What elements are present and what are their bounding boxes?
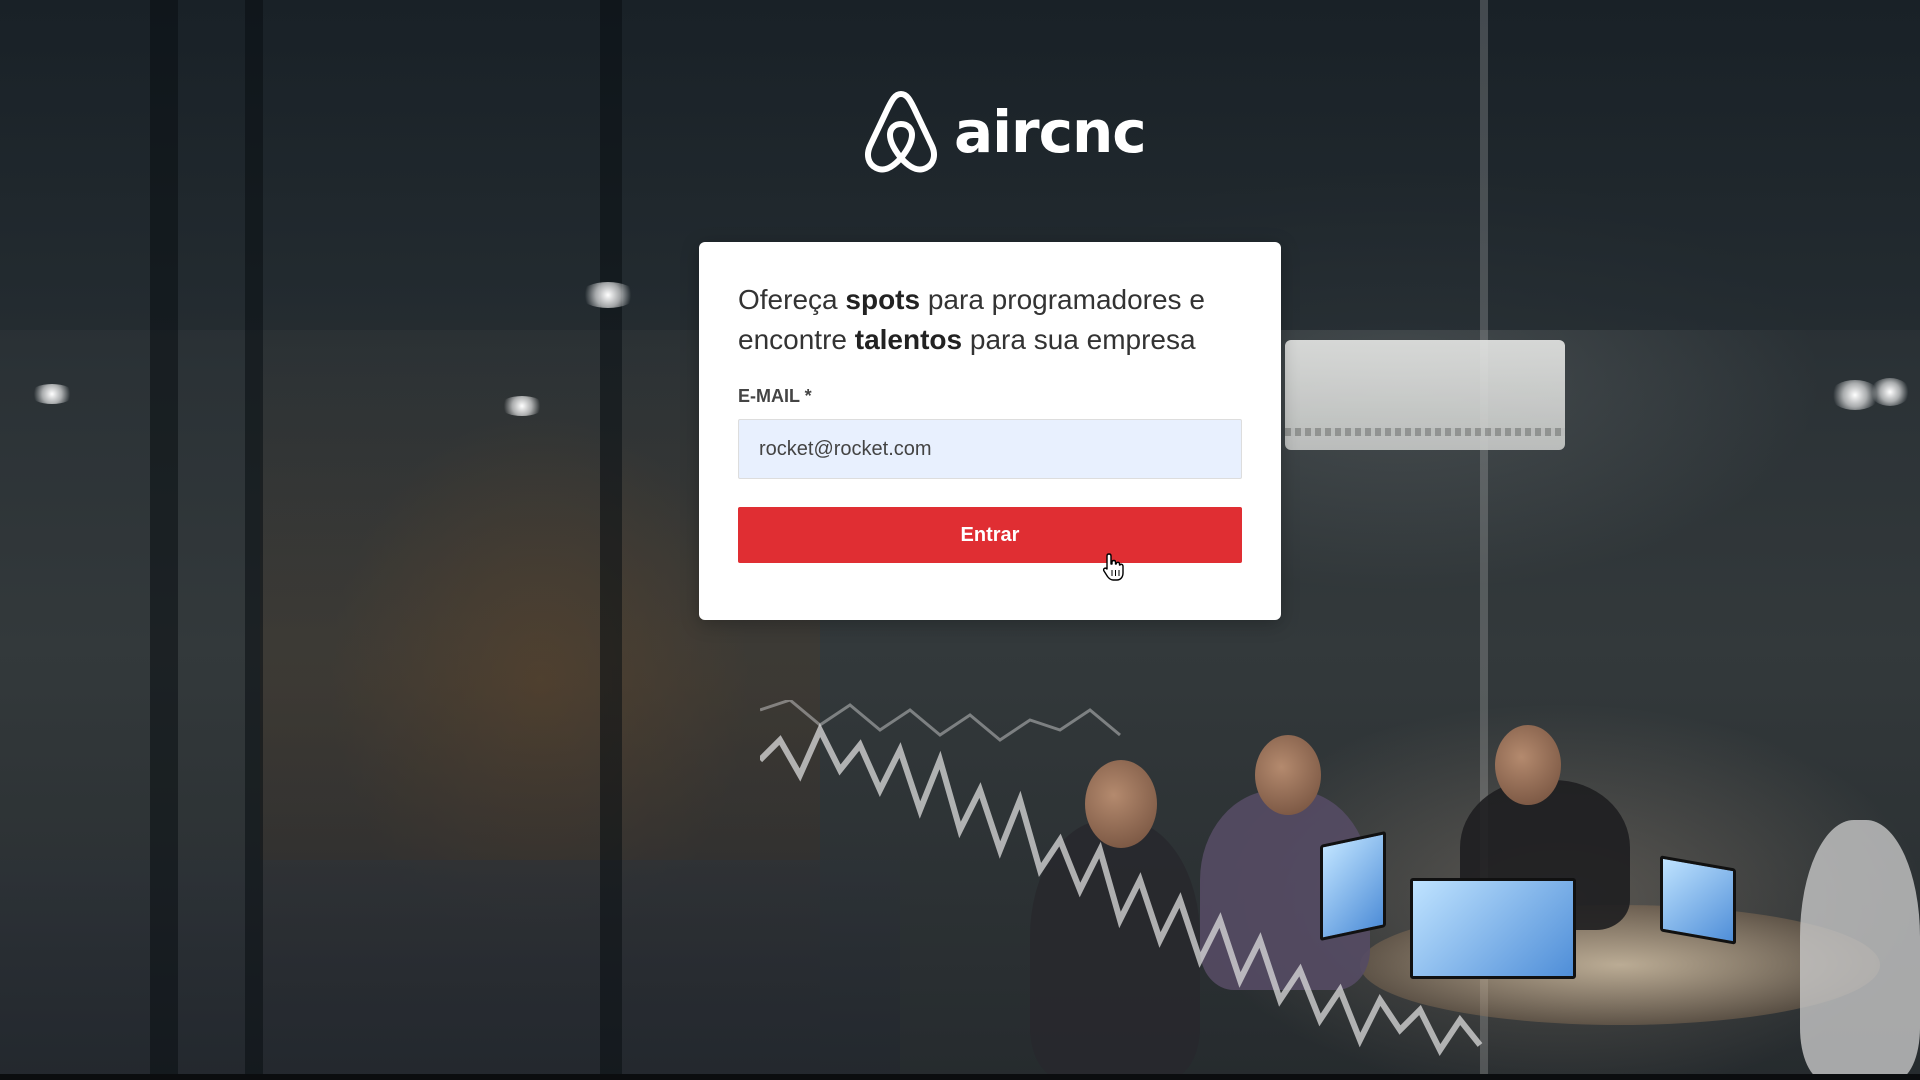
airbnb-belo-icon xyxy=(862,86,940,179)
headline-part: Ofereça xyxy=(738,284,846,315)
headline-bold-talentos: talentos xyxy=(854,324,963,355)
headline-bold-spots: spots xyxy=(845,284,921,315)
email-label: E-MAIL * xyxy=(738,386,812,406)
headline-part: para sua empresa xyxy=(962,324,1196,355)
brand-logo: aircnc xyxy=(862,86,1147,179)
hand-pointer-icon xyxy=(1102,552,1124,582)
login-page: aircnc Ofereça spots para programadores … xyxy=(0,0,1920,1080)
headline: Ofereça spots para programadores e encon… xyxy=(738,280,1242,360)
email-input[interactable] xyxy=(738,419,1242,479)
brand-name: aircnc xyxy=(954,98,1147,166)
login-card: Ofereça spots para programadores e encon… xyxy=(699,242,1281,620)
submit-button[interactable]: Entrar xyxy=(738,507,1242,563)
